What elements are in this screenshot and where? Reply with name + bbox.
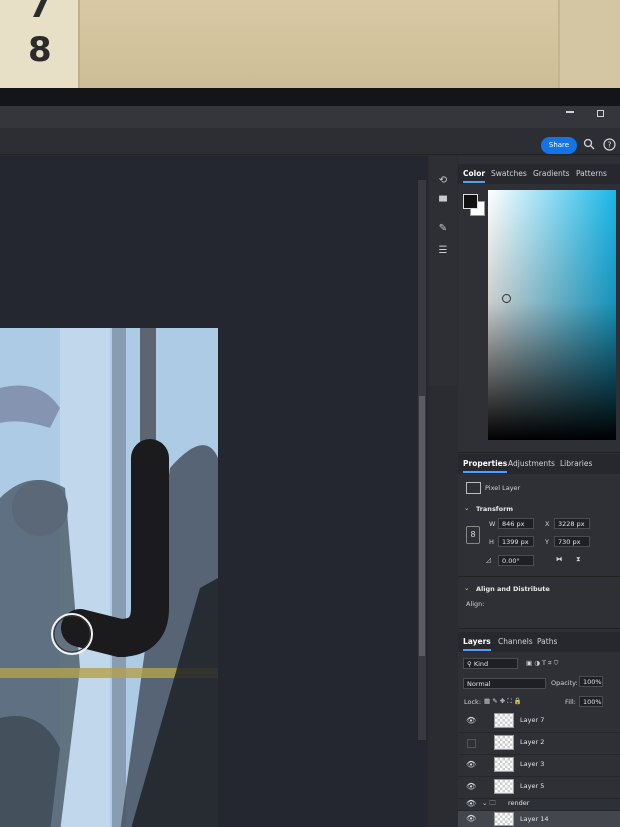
wall-digit-8: 8 — [28, 30, 52, 70]
layer-filter-select[interactable]: ⚲ Kind — [463, 658, 518, 669]
tab-layers[interactable]: Layers — [463, 632, 491, 652]
visibility-eye-icon[interactable]: 👁 — [466, 814, 476, 823]
svg-text:?: ? — [607, 141, 611, 150]
share-button[interactable]: Share — [541, 137, 577, 154]
maximize-icon[interactable] — [597, 110, 604, 117]
fill-field[interactable]: 100% — [579, 696, 603, 707]
layer-row[interactable]: Layer 2 — [458, 732, 620, 755]
align-chevron-icon[interactable]: ⌄ — [464, 584, 469, 592]
transform-heading: Transform — [476, 505, 514, 513]
layer-thumbnail — [494, 779, 514, 794]
visibility-eye-icon[interactable]: 👁 — [466, 782, 476, 791]
layer-row-selected[interactable]: 👁 Layer 14 — [458, 811, 620, 827]
artwork-canvas[interactable] — [0, 328, 218, 827]
sketch-artwork — [0, 328, 218, 827]
layer-type-label: Pixel Layer — [485, 484, 521, 492]
lock-label: Lock: — [464, 698, 482, 706]
panel-icon-strip — [429, 156, 457, 386]
width-field[interactable]: 846 px — [498, 518, 534, 529]
pixel-layer-icon — [466, 482, 481, 494]
tab-libraries[interactable]: Libraries — [560, 454, 592, 474]
angle-icon: ◿ — [486, 556, 491, 564]
y-position-field[interactable]: 730 px — [554, 536, 590, 547]
layer-name: Layer 7 — [520, 716, 545, 724]
transform-chevron-icon[interactable]: ⌄ — [464, 504, 469, 512]
tab-swatches[interactable]: Swatches — [491, 164, 527, 184]
width-label: W — [489, 520, 496, 528]
align-label: Align: — [466, 600, 485, 608]
panel-divider — [458, 628, 620, 629]
tab-patterns[interactable]: Patterns — [576, 164, 607, 184]
layer-thumbnail — [494, 757, 514, 772]
title-bar — [0, 106, 620, 128]
flip-horizontal-icon[interactable]: ⧓ — [556, 555, 563, 563]
layer-thumbnail — [494, 735, 514, 750]
layer-row[interactable]: 👁 Layer 7 — [458, 710, 620, 733]
visibility-eye-icon[interactable]: 👁 — [466, 716, 476, 725]
x-position-field[interactable]: 3228 px — [554, 518, 590, 529]
monitor-bezel — [0, 88, 620, 106]
layer-thumbnail — [494, 713, 514, 728]
fill-label: Fill: — [565, 698, 576, 706]
filter-icons[interactable]: ▣ ◑ T ⌗ ⛉ — [526, 659, 558, 668]
photoshop-window: Share ? ⟲ ▀ ✎ ☰ Color Swatches Gradients… — [0, 106, 620, 827]
layer-group-row[interactable]: 👁 ⌄ 🗀 render — [458, 798, 620, 811]
comment-icon[interactable]: ▀ — [432, 194, 454, 212]
group-name: render — [508, 799, 530, 807]
layers-panel-tabs: Layers Channels Paths — [458, 632, 620, 652]
history-icon[interactable]: ⟲ — [432, 172, 454, 190]
visibility-hidden-icon[interactable] — [467, 739, 476, 748]
color-panel-tabs: Color Swatches Gradients Patterns — [458, 164, 620, 184]
lock-icons[interactable]: ▦ ✎ ✥ ⛶ 🔒 — [484, 697, 522, 706]
wall-sign: 7 8 — [0, 0, 80, 88]
brush-settings-icon[interactable]: ✎ — [432, 220, 454, 238]
minimize-icon[interactable] — [566, 111, 574, 113]
tab-paths[interactable]: Paths — [537, 632, 557, 652]
color-picker-cursor[interactable] — [502, 294, 511, 303]
search-icon: ⚲ — [467, 660, 474, 668]
search-icon[interactable] — [583, 138, 595, 153]
align-distribute-heading: Align and Distribute — [476, 585, 550, 593]
help-icon[interactable]: ? — [603, 138, 616, 154]
layer-thumbnail — [494, 812, 514, 826]
color-picker-field[interactable] — [488, 190, 616, 440]
layer-row[interactable]: 👁 Layer 5 — [458, 776, 620, 799]
tab-adjustments[interactable]: Adjustments — [508, 454, 555, 474]
layer-name: Layer 3 — [520, 760, 545, 768]
folder-icon: ⌄ 🗀 — [482, 799, 497, 807]
layer-name: Layer 2 — [520, 738, 545, 746]
blend-mode-select[interactable]: Normal — [463, 678, 546, 689]
options-bar — [0, 128, 620, 155]
layer-name: Layer 14 — [520, 815, 549, 823]
adjustments-icon[interactable]: ☰ — [432, 242, 454, 260]
wall-background: 7 8 — [0, 0, 620, 90]
panel-divider — [458, 452, 620, 453]
height-label: H — [489, 538, 494, 546]
filter-kind-label: Kind — [473, 660, 489, 668]
layer-row[interactable]: 👁 Layer 3 — [458, 754, 620, 777]
angle-field[interactable]: 0.00° — [498, 555, 534, 566]
x-label: X — [545, 520, 550, 528]
tab-color[interactable]: Color — [463, 164, 486, 184]
opacity-field[interactable]: 100% — [579, 676, 603, 687]
panel-divider — [458, 576, 620, 577]
canvas-area[interactable] — [0, 156, 428, 827]
visibility-eye-icon[interactable]: 👁 — [466, 760, 476, 769]
opacity-label: Opacity: — [551, 679, 578, 687]
flip-vertical-icon[interactable]: ⧗ — [576, 555, 581, 564]
layer-name: Layer 5 — [520, 782, 545, 790]
tab-channels[interactable]: Channels — [498, 632, 533, 652]
visibility-eye-icon[interactable]: 👁 — [466, 799, 476, 808]
wall-digit-7: 7 — [28, 0, 52, 26]
y-label: Y — [545, 538, 549, 546]
link-dimensions-icon[interactable]: 8 — [466, 526, 480, 544]
properties-panel-tabs: Properties Adjustments Libraries — [458, 454, 620, 474]
foreground-color-swatch[interactable] — [463, 194, 478, 209]
tab-gradients[interactable]: Gradients — [533, 164, 570, 184]
scrollbar-thumb[interactable] — [419, 396, 425, 656]
height-field[interactable]: 1399 px — [498, 536, 534, 547]
tab-properties[interactable]: Properties — [463, 454, 508, 474]
door-trim — [558, 0, 620, 90]
